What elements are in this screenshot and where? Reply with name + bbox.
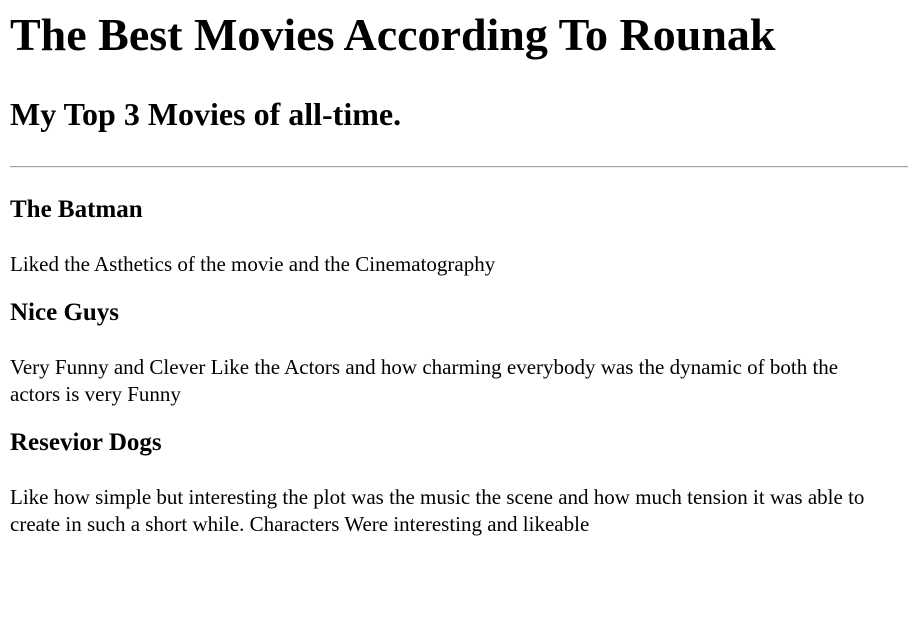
movie-description: Like how simple but interesting the plot… xyxy=(10,485,865,537)
page-title: The Best Movies According To Rounak xyxy=(10,9,776,60)
movie-item: Nice Guys Very Funny and Clever Like the… xyxy=(10,299,890,408)
divider xyxy=(10,166,908,168)
movie-description: Liked the Asthetics of the movie and the… xyxy=(10,251,496,276)
page: The Best Movies According To Rounak My T… xyxy=(0,0,920,629)
movie-title: The Batman xyxy=(10,196,143,223)
movie-description: Very Funny and Clever Like the Actors an… xyxy=(10,354,839,406)
movie-list: The Batman Liked the Asthetics of the mo… xyxy=(10,196,890,538)
movie-title: Resevior Dogs xyxy=(10,428,162,456)
movie-item: The Batman Liked the Asthetics of the mo… xyxy=(10,196,890,278)
page-subtitle: My Top 3 Movies of all-time. xyxy=(10,96,402,132)
movie-title: Nice Guys xyxy=(10,298,120,326)
movie-item: Resevior Dogs Like how simple but intere… xyxy=(10,429,890,539)
